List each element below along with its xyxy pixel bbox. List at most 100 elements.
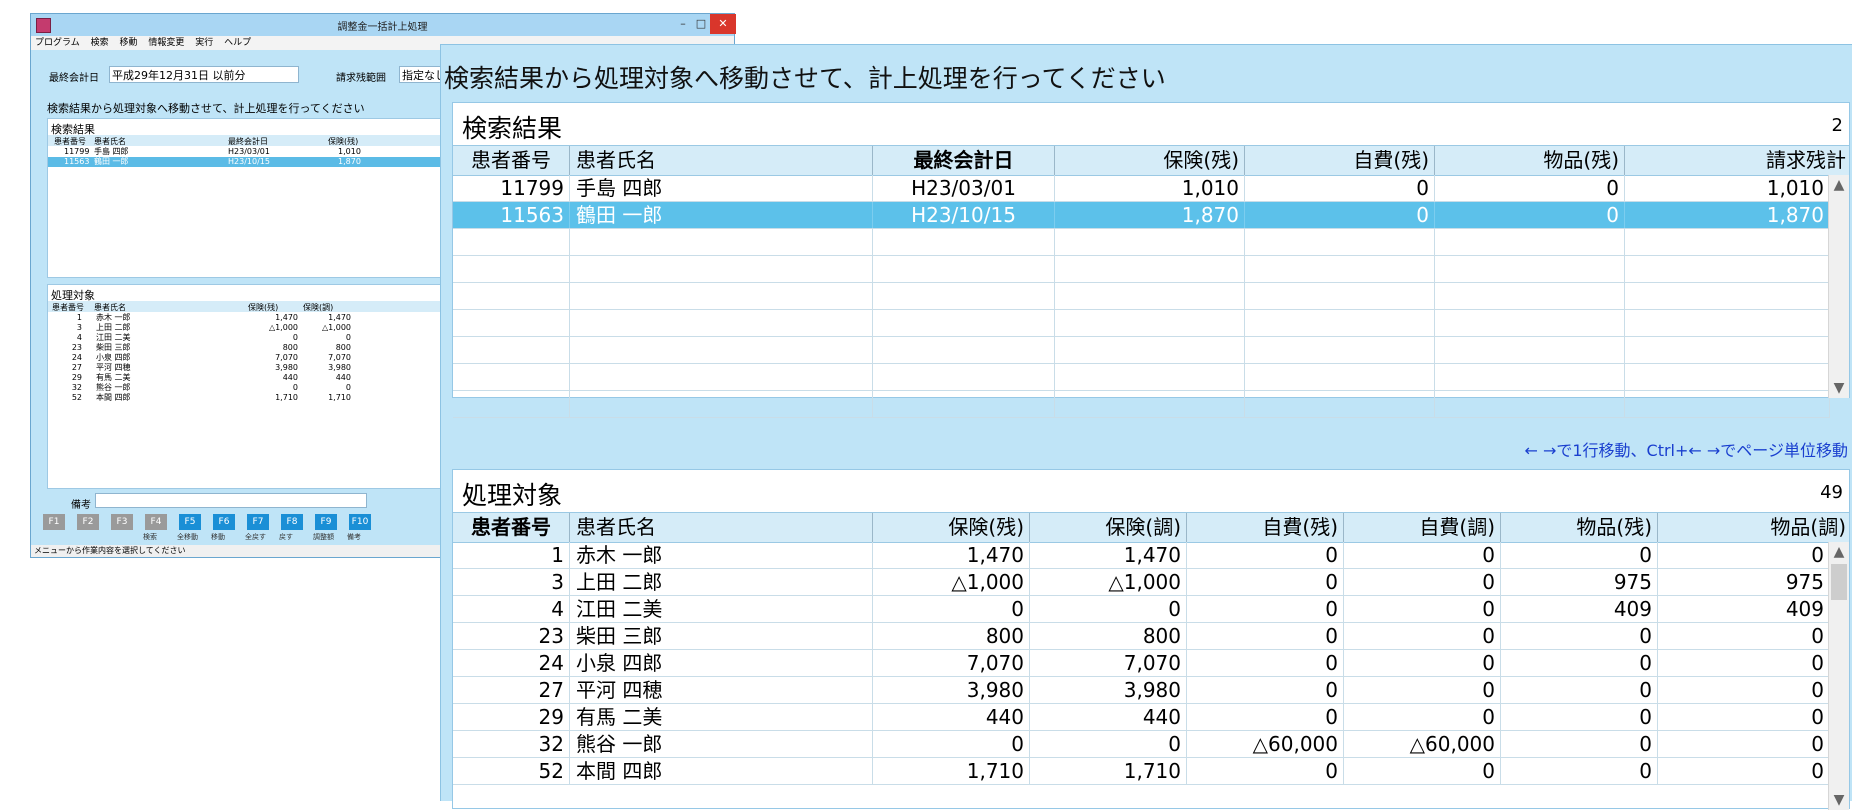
- patient-no-cell: 52: [453, 758, 570, 784]
- cell: 鶴田 一郎: [94, 157, 129, 166]
- menu-program[interactable]: プログラム: [35, 38, 80, 48]
- target-row[interactable]: 52 本間 四郎 1,710 1,710 0 0 0 0: [453, 758, 1830, 785]
- small-target-row[interactable]: 32 熊谷 一郎 0 0: [48, 383, 446, 393]
- window-title: 調整金一括計上処理: [337, 22, 428, 33]
- insurance-balance-cell: 1,870: [1055, 202, 1245, 228]
- col-patient-no[interactable]: 患者番号: [453, 513, 570, 542]
- small-target-row[interactable]: 1 赤木 一郎 1,470 1,470: [48, 313, 446, 323]
- insurance-adjust-cell: 0: [1030, 731, 1187, 757]
- fkey-f9-button[interactable]: F9: [315, 514, 337, 530]
- insurance-adjust-cell: 440: [1030, 704, 1187, 730]
- target-row[interactable]: 3 上田 二郎 △1,000 △1,000 0 0 975 975: [453, 569, 1830, 596]
- patient-no-cell: 29: [453, 704, 570, 730]
- search-result-row[interactable]: 11799 手島 四郎 H23/03/01 1,010 0 0 1,010: [453, 175, 1830, 202]
- billing-total-cell: 1,010: [1625, 175, 1830, 201]
- target-row[interactable]: 27 平河 四穂 3,980 3,980 0 0 0 0: [453, 677, 1830, 704]
- insurance-adjust-cell: 7,070: [1030, 650, 1187, 676]
- patient-name-cell: 柴田 三郎: [570, 623, 873, 649]
- memo-field[interactable]: [95, 493, 367, 508]
- search-results-section: 検索結果 2 患者番号 患者氏名 最終会計日 保険(残) 自費(残) 物品(残)…: [452, 102, 1851, 418]
- goods-balance-cell: 409: [1501, 596, 1658, 622]
- target-row[interactable]: 24 小泉 四郎 7,070 7,070 0 0 0 0: [453, 650, 1830, 677]
- menu-execute[interactable]: 実行: [195, 38, 213, 48]
- col-patient-name[interactable]: 患者氏名: [570, 513, 873, 542]
- target-row[interactable]: 4 江田 二美 0 0 0 0 409 409: [453, 596, 1830, 623]
- small-search-row[interactable]: 11799 手島 四郎 H23/03/01 1,010: [48, 147, 446, 157]
- goods-adjust-cell: 975: [1658, 569, 1830, 595]
- target-row[interactable]: 23 柴田 三郎 800 800 0 0 0 0: [453, 623, 1830, 650]
- col-insurance-adjust[interactable]: 保険(調): [1030, 513, 1187, 542]
- menu-search[interactable]: 検索: [91, 38, 109, 48]
- small-target-row[interactable]: 4 江田 二美 0 0: [48, 333, 446, 343]
- scroll-up-icon[interactable]: ▲: [1829, 542, 1849, 562]
- selfpay-balance-cell: 0: [1187, 623, 1344, 649]
- small-target-row[interactable]: 52 本間 四郎 1,710 1,710: [48, 393, 446, 403]
- menu-help[interactable]: ヘルプ: [224, 38, 251, 48]
- small-target-row[interactable]: 24 小泉 四郎 7,070 7,070: [48, 353, 446, 363]
- fkey-f8-button[interactable]: F8: [281, 514, 303, 530]
- search-result-row[interactable]: 11563 鶴田 一郎 H23/10/15 1,870 0 0 1,870: [453, 202, 1830, 229]
- selfpay-balance-cell: △60,000: [1187, 731, 1344, 757]
- fkey-f2-button[interactable]: F2: [77, 514, 99, 530]
- cell: 熊谷 一郎: [96, 383, 131, 392]
- col-selfpay-adjust[interactable]: 自費(調): [1344, 513, 1501, 542]
- fkey-f5-button[interactable]: F5: [179, 514, 201, 530]
- scroll-down-icon[interactable]: ▼: [1829, 790, 1849, 810]
- empty-cell: [1245, 310, 1435, 336]
- col-billing-total[interactable]: 請求残計: [1625, 146, 1851, 175]
- col-insurance-balance[interactable]: 保険(残): [1055, 146, 1245, 175]
- empty-cell: [570, 256, 873, 282]
- cell: △1,000: [268, 323, 298, 332]
- target-row[interactable]: 29 有馬 二美 440 440 0 0 0 0: [453, 704, 1830, 731]
- menu-info-change[interactable]: 情報変更: [148, 38, 184, 48]
- fkey-f4-button[interactable]: F4: [145, 514, 167, 530]
- small-target-row[interactable]: 27 平河 四穂 3,980 3,980: [48, 363, 446, 373]
- search-scrollbar[interactable]: ▲ ▼: [1828, 175, 1849, 398]
- close-button[interactable]: ✕: [710, 14, 736, 34]
- menu-move[interactable]: 移動: [120, 38, 138, 48]
- target-row[interactable]: 1 赤木 一郎 1,470 1,470 0 0 0 0: [453, 542, 1830, 569]
- small-target-panel: 処理対象 患者番号 患者氏名 保険(残) 保険(調) 1 赤木 一郎 1,470 1,…: [47, 284, 447, 489]
- patient-name-cell: 有馬 二美: [570, 704, 873, 730]
- selfpay-adjust-cell: 0: [1344, 542, 1501, 568]
- col-selfpay-balance[interactable]: 自費(残): [1245, 146, 1435, 175]
- selfpay-balance-cell: 0: [1187, 758, 1344, 784]
- col-patient-no[interactable]: 患者番号: [453, 146, 570, 175]
- scrollbar-thumb[interactable]: [1831, 564, 1847, 600]
- col-patient-name[interactable]: 患者氏名: [570, 146, 873, 175]
- fkey-f7-button[interactable]: F7: [247, 514, 269, 530]
- cell: 1,710: [275, 393, 298, 402]
- target-count: 49: [1820, 482, 1843, 503]
- cell: 1,710: [328, 393, 351, 402]
- target-row[interactable]: 32 熊谷 一郎 0 0 △60,000 △60,000 0 0: [453, 731, 1830, 758]
- col-goods-adjust[interactable]: 物品(調): [1658, 513, 1851, 542]
- fkey-f3-button[interactable]: F3: [111, 514, 133, 530]
- fkey-f10-button[interactable]: F10: [349, 514, 371, 530]
- target-scrollbar[interactable]: ▲ ▼: [1828, 542, 1849, 810]
- small-target-row[interactable]: 29 有馬 二美 440 440: [48, 373, 446, 383]
- selfpay-adjust-cell: 0: [1344, 569, 1501, 595]
- scroll-up-icon[interactable]: ▲: [1829, 175, 1849, 195]
- empty-cell: [1055, 364, 1245, 390]
- empty-cell: [453, 283, 570, 309]
- col-goods-balance[interactable]: 物品(残): [1435, 146, 1625, 175]
- patient-name-cell: 平河 四穂: [570, 677, 873, 703]
- fkey-f1-button[interactable]: F1: [43, 514, 65, 530]
- maximize-button[interactable]: □: [692, 14, 710, 34]
- col-insurance-balance[interactable]: 保険(残): [873, 513, 1030, 542]
- small-target-row[interactable]: 23 柴田 三郎 800 800: [48, 343, 446, 353]
- insurance-adjust-cell: 1,710: [1030, 758, 1187, 784]
- minimize-button[interactable]: –: [674, 14, 692, 34]
- col-goods-balance[interactable]: 物品(残): [1501, 513, 1658, 542]
- small-search-row[interactable]: 11563 鶴田 一郎 H23/10/15 1,870: [48, 157, 446, 167]
- cell: 23: [71, 343, 82, 352]
- col-last-settlement[interactable]: 最終会計日: [873, 146, 1055, 175]
- small-target-row[interactable]: 3 上田 二郎 △1,000 △1,000: [48, 323, 446, 333]
- fkey-f6-button[interactable]: F6: [213, 514, 235, 530]
- insurance-adjust-cell: △1,000: [1030, 569, 1187, 595]
- col-selfpay-balance[interactable]: 自費(残): [1187, 513, 1344, 542]
- scroll-down-icon[interactable]: ▼: [1829, 378, 1849, 398]
- last-settlement-field[interactable]: 平成29年12月31日 以前分: [109, 66, 299, 83]
- empty-cell: [873, 256, 1055, 282]
- cell: 32: [71, 383, 82, 392]
